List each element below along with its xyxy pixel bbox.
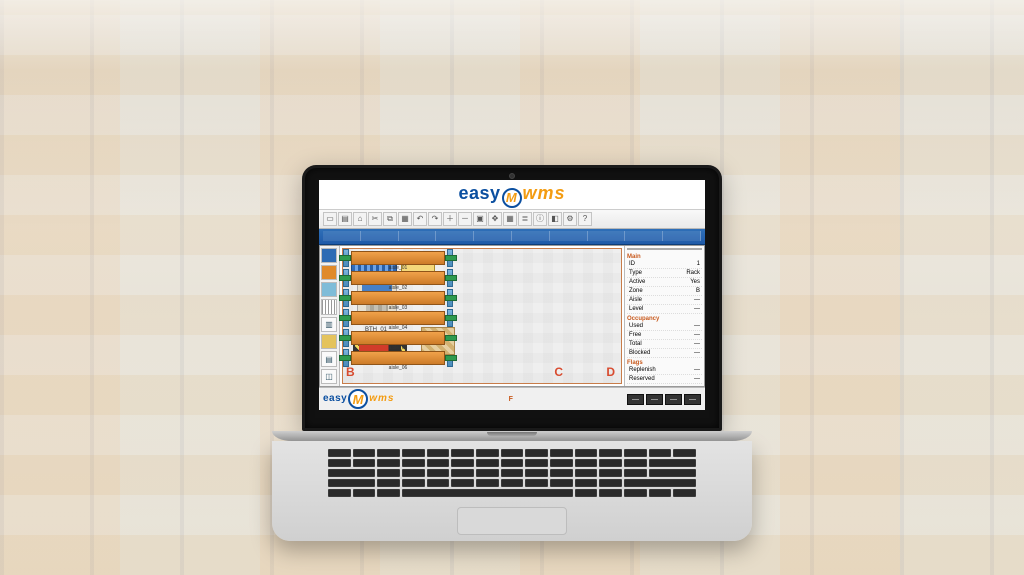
- layout-canvas[interactable]: EASYWMS WAREHOUSE BTH_01 aisle_01 aisle_…: [342, 248, 622, 385]
- tool-new[interactable]: ▭: [323, 212, 337, 226]
- tool-grid[interactable]: ▦: [503, 212, 517, 226]
- panel-row: Replenish—: [627, 366, 702, 375]
- rack-aisle[interactable]: aisle_01: [343, 249, 453, 267]
- panel-row: Free—: [627, 331, 702, 340]
- laptop-mockup: easyMwms ▭ ▤ ⌂ ✂ ⧉ ▦ ↶ ↷ ＋ － ▣ ✥ ▦ ≣ ⓘ ◧: [302, 165, 722, 541]
- sidetool-1[interactable]: [321, 248, 337, 263]
- panel-row: Reserved—: [627, 375, 702, 384]
- keyboard-keys: [328, 449, 696, 497]
- aisle-label: aisle_06: [389, 365, 408, 371]
- status-seg[interactable]: —: [627, 394, 644, 405]
- sidetool-5[interactable]: ▥: [321, 317, 337, 332]
- app-body: ▥ ▤ ◫ EASYWMS WAREHOUSE BTH_01 aisle_01 …: [319, 245, 705, 388]
- laptop-hinge: [272, 431, 752, 441]
- sidetool-6[interactable]: [321, 334, 337, 349]
- zone-label-c: C: [554, 365, 563, 379]
- laptop-bezel: easyMwms ▭ ▤ ⌂ ✂ ⧉ ▦ ↶ ↷ ＋ － ▣ ✥ ▦ ≣ ⓘ ◧: [302, 165, 722, 431]
- tool-move[interactable]: ✥: [488, 212, 502, 226]
- main-toolbar: ▭ ▤ ⌂ ✂ ⧉ ▦ ↶ ↷ ＋ － ▣ ✥ ▦ ≣ ⓘ ◧ ⚙ ?: [319, 210, 705, 229]
- brand-wms: wms: [523, 183, 566, 203]
- tool-undo[interactable]: ↶: [413, 212, 427, 226]
- sidetool-4[interactable]: [321, 299, 337, 314]
- tool-zoomout[interactable]: －: [458, 212, 472, 226]
- brand-easy: easy: [458, 183, 500, 203]
- tool-info[interactable]: ⓘ: [533, 212, 547, 226]
- tool-layers[interactable]: ≣: [518, 212, 532, 226]
- laptop-trackpad: [457, 507, 567, 535]
- rack-aisle[interactable]: aisle_03: [343, 289, 453, 307]
- ruler-seg: [588, 231, 626, 241]
- tool-zoomin[interactable]: ＋: [443, 212, 457, 226]
- panel-row: Total—: [627, 340, 702, 349]
- panel-row: ZoneB: [627, 287, 702, 296]
- panel-row: ID1: [627, 260, 702, 269]
- status-seg[interactable]: —: [684, 394, 701, 405]
- ruler-bar: [319, 229, 705, 245]
- panel-row: Used—: [627, 322, 702, 331]
- footer-zone-f: F: [509, 396, 513, 403]
- brand-logo: easyMwms: [458, 183, 565, 203]
- brand-logo-badge: M: [502, 188, 522, 208]
- sidetool-2[interactable]: [321, 265, 337, 280]
- status-bar: easyMwms F — — — —: [319, 387, 705, 410]
- ruler-seg: [550, 231, 588, 241]
- app-screen: easyMwms ▭ ▤ ⌂ ✂ ⧉ ▦ ↶ ↷ ＋ － ▣ ✥ ▦ ≣ ⓘ ◧: [319, 180, 705, 410]
- ruler-seg: [474, 231, 512, 241]
- side-toolbar: ▥ ▤ ◫: [320, 246, 340, 387]
- zone-label-d: D: [606, 365, 615, 379]
- rack-aisle[interactable]: aisle_06: [343, 349, 453, 367]
- sidetool-8[interactable]: ◫: [321, 369, 337, 384]
- ruler-seg: [512, 231, 550, 241]
- sidetool-7[interactable]: ▤: [321, 351, 337, 366]
- status-seg[interactable]: —: [646, 394, 663, 405]
- tool-color[interactable]: ◧: [548, 212, 562, 226]
- sidetool-3[interactable]: [321, 282, 337, 297]
- panel-row: ActiveYes: [627, 278, 702, 287]
- tool-settings[interactable]: ⚙: [563, 212, 577, 226]
- tool-help[interactable]: ?: [578, 212, 592, 226]
- zone-label-b: B: [346, 365, 355, 379]
- properties-panel: Main ID1 TypeRack ActiveYes ZoneB Aisle—…: [624, 246, 704, 387]
- tool-copy[interactable]: ⧉: [383, 212, 397, 226]
- panel-hdr-1: Main: [627, 252, 702, 260]
- app-title-header: easyMwms: [319, 180, 705, 210]
- tool-select[interactable]: ▣: [473, 212, 487, 226]
- webcam-dot: [509, 173, 515, 179]
- footer-brand: easyMwms: [323, 389, 394, 409]
- status-seg[interactable]: —: [665, 394, 682, 405]
- tool-open[interactable]: ▤: [338, 212, 352, 226]
- panel-gradient: [627, 248, 702, 251]
- panel-row: TypeRack: [627, 269, 702, 278]
- tool-paste[interactable]: ▦: [398, 212, 412, 226]
- rack-aisle[interactable]: aisle_05: [343, 329, 453, 347]
- ruler-seg: [323, 231, 361, 241]
- ruler-seg: [625, 231, 663, 241]
- rack-aisle[interactable]: aisle_04: [343, 309, 453, 327]
- ruler-seg: [436, 231, 474, 241]
- ruler-seg: [663, 231, 701, 241]
- footer-status-segments: — — — —: [627, 394, 701, 405]
- panel-hdr-2: Occupancy: [627, 314, 702, 322]
- tool-redo[interactable]: ↷: [428, 212, 442, 226]
- ruler-seg: [399, 231, 437, 241]
- panel-hdr-3: Flags: [627, 358, 702, 366]
- ruler-seg: [361, 231, 399, 241]
- panel-row: Level—: [627, 305, 702, 314]
- laptop-keyboard: [272, 441, 752, 541]
- panel-row: Aisle—: [627, 296, 702, 305]
- tool-save[interactable]: ⌂: [353, 212, 367, 226]
- rack-aisle[interactable]: aisle_02: [343, 269, 453, 287]
- panel-row: Blocked—: [627, 349, 702, 358]
- tool-cut[interactable]: ✂: [368, 212, 382, 226]
